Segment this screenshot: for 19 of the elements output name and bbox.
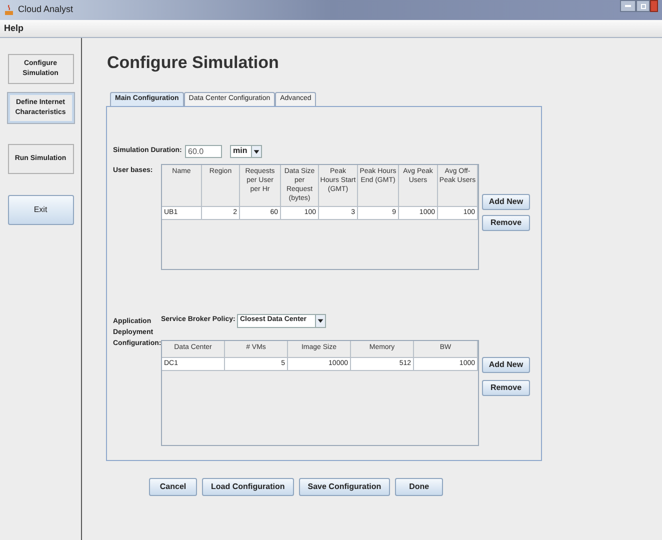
maximize-button[interactable] [636, 0, 650, 12]
footer-button[interactable]: Done [395, 478, 444, 496]
footer-button[interactable]: Load Configuration [202, 478, 294, 496]
app-icon [4, 4, 14, 16]
table-action-button[interactable]: Remove [482, 214, 530, 230]
table-action-button[interactable]: Remove [482, 380, 530, 396]
window-title: Cloud Analyst [18, 3, 74, 16]
table-action-button[interactable]: Add New [482, 194, 530, 210]
unit-dropdown[interactable]: min [230, 144, 262, 158]
menu-item[interactable]: Help [4, 22, 24, 36]
caret-icon [315, 314, 325, 326]
minimize-button[interactable] [620, 0, 636, 12]
duration-field[interactable]: 60.0 [185, 144, 222, 158]
footer-button[interactable]: Save Configuration [298, 478, 390, 496]
page-title: Configure Simulation [107, 52, 280, 74]
footer-button[interactable]: Cancel [149, 478, 197, 496]
caret-icon [251, 146, 261, 156]
table-action-button[interactable]: Add New [482, 356, 530, 372]
sidebar-button[interactable]: Exit [8, 195, 74, 225]
